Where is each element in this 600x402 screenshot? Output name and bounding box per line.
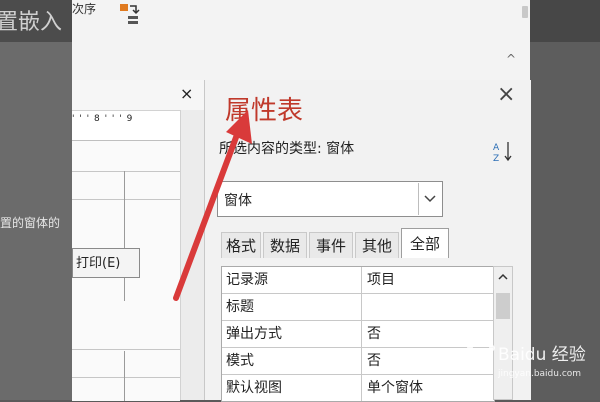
table-row[interactable]: 弹出方式 否 [222,321,494,348]
property-value[interactable]: 项目 [363,267,494,293]
table-row[interactable]: 模式 否 [222,348,494,375]
tab-format[interactable]: 格式 [221,232,261,258]
svg-text:Z: Z [493,154,499,162]
sort-icon[interactable]: A Z [493,140,513,162]
horizontal-ruler: ' ' ' 8 ' ' ' 9 [72,114,134,124]
property-name: 弹出方式 [222,321,362,347]
tab-other[interactable]: 其他 [355,232,399,258]
table-row[interactable]: 记录源 项目 [222,267,494,294]
background-title: 置嵌入 [0,10,63,35]
selection-type-label: 所选内容的类型: 窗体 [219,141,355,157]
baidu-watermark-logo: Baidu 经验 jingyan.baidu.com [467,340,586,379]
svg-text:A: A [493,143,500,153]
collapse-ribbon-icon[interactable]: ^ [506,52,516,66]
form-design-area: × ' ' ' 8 ' ' ' 9 打印(E) [72,80,205,401]
property-name: 模式 [222,348,362,374]
grid-line [124,351,125,401]
property-sheet-title: 属性表 [225,96,304,126]
tab-order-icon[interactable] [118,2,140,28]
property-grid: 记录源 项目 标题 弹出方式 否 模式 否 默认视图 单个窗体 [221,266,495,402]
watermark-text: Baidu 经验 [498,345,586,365]
property-value[interactable] [363,294,494,320]
grid-line [72,377,180,378]
form-tab-bar: × [72,80,204,111]
chevron-down-icon[interactable] [418,183,441,215]
background-header-right [530,0,600,42]
tab-event[interactable]: 事件 [309,232,353,258]
property-name: 默认视图 [222,375,362,401]
tab-data[interactable]: 数据 [263,232,307,258]
grid-line [72,199,180,200]
chevron-up-icon[interactable] [497,271,509,283]
scrollbar-thumb[interactable] [496,293,510,319]
close-form-icon[interactable]: × [180,84,193,103]
background-text: 置的窗体的 [0,216,61,230]
table-row[interactable]: 标题 [222,294,494,321]
tab-order-label[interactable]: 次序 [72,0,96,17]
grid-line [72,171,180,172]
tab-all[interactable]: 全部 [401,228,449,258]
ribbon-scrollbar[interactable] [522,6,528,18]
property-name: 记录源 [222,267,362,293]
selection-type-dropdown[interactable]: 窗体 [217,181,443,217]
watermark-url: jingyan.baidu.com [497,369,581,379]
property-name: 标题 [222,294,362,320]
grid-line [72,349,180,350]
background-page-left: 置嵌入 置的窗体的 [0,0,72,400]
close-icon[interactable]: × [497,82,515,107]
ribbon: 次序 ^ [72,0,530,81]
selection-type-value: 窗体 [224,193,252,209]
table-row[interactable]: 默认视图 单个窗体 [222,375,494,401]
form-side-panel [180,110,205,400]
grid-line [124,171,125,301]
print-button[interactable]: 打印(E) [72,248,140,278]
